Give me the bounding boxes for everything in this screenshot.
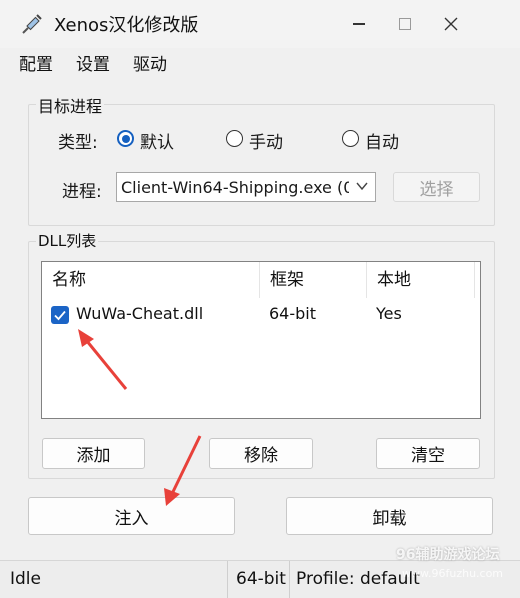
- menu-config[interactable]: 配置: [19, 50, 53, 75]
- minimize-button[interactable]: [336, 0, 382, 48]
- radio-default-label[interactable]: 默认: [140, 128, 174, 153]
- menu-driver[interactable]: 驱动: [133, 50, 167, 75]
- window-title: Xenos汉化修改版: [54, 15, 199, 36]
- add-button[interactable]: 添加: [42, 438, 145, 469]
- annotation-arrow-icon: [78, 329, 128, 390]
- remove-button[interactable]: 移除: [209, 438, 313, 469]
- target-process-group-label: 目标进程: [36, 93, 105, 117]
- watermark-url: www.96fuzhu.com: [402, 567, 504, 580]
- chevron-down-icon: [356, 182, 368, 191]
- syringe-icon: [22, 14, 42, 34]
- radio-manual[interactable]: [226, 130, 243, 147]
- dll-name-cell[interactable]: WuWa-Cheat.dll: [76, 304, 203, 323]
- minimize-icon: [353, 23, 365, 25]
- checkmark-icon: [54, 310, 66, 321]
- select-process-button[interactable]: 选择: [393, 172, 480, 202]
- dll-arch-cell: 64-bit: [269, 304, 317, 323]
- close-icon: [444, 17, 458, 31]
- close-button[interactable]: [428, 0, 474, 48]
- unload-button[interactable]: 卸载: [286, 497, 493, 535]
- dll-list-group-label: DLL列表: [36, 230, 99, 251]
- dll-local-cell: Yes: [376, 304, 402, 323]
- annotation-arrow-icon: [164, 435, 202, 506]
- menu-bar: 配置 设置 驱动: [0, 48, 520, 75]
- watermark-text: 96辅助游戏论坛: [396, 547, 500, 563]
- process-combo-value: Client-Win64-Shipping.exe (0x5: [121, 178, 349, 197]
- process-label: 进程:: [62, 182, 102, 202]
- radio-auto-label[interactable]: 自动: [365, 128, 399, 153]
- radio-auto[interactable]: [342, 130, 359, 147]
- maximize-button[interactable]: [382, 0, 428, 48]
- status-arch: 64-bit: [228, 561, 290, 598]
- status-state: Idle: [0, 561, 228, 598]
- radio-manual-label[interactable]: 手动: [249, 128, 283, 153]
- menu-settings[interactable]: 设置: [76, 50, 110, 75]
- type-label: 类型:: [58, 133, 98, 153]
- title-bar[interactable]: Xenos汉化修改版: [0, 0, 520, 48]
- column-header-arch[interactable]: 框架: [260, 262, 367, 298]
- maximize-icon: [399, 18, 411, 30]
- target-process-group: [28, 104, 495, 226]
- clear-button[interactable]: 清空: [376, 438, 480, 469]
- radio-default[interactable]: [117, 130, 134, 147]
- row-checkbox[interactable]: [51, 306, 69, 324]
- column-header-local[interactable]: 本地: [367, 262, 475, 298]
- process-combo[interactable]: Client-Win64-Shipping.exe (0x5: [116, 172, 376, 202]
- column-header-name[interactable]: 名称: [42, 262, 260, 298]
